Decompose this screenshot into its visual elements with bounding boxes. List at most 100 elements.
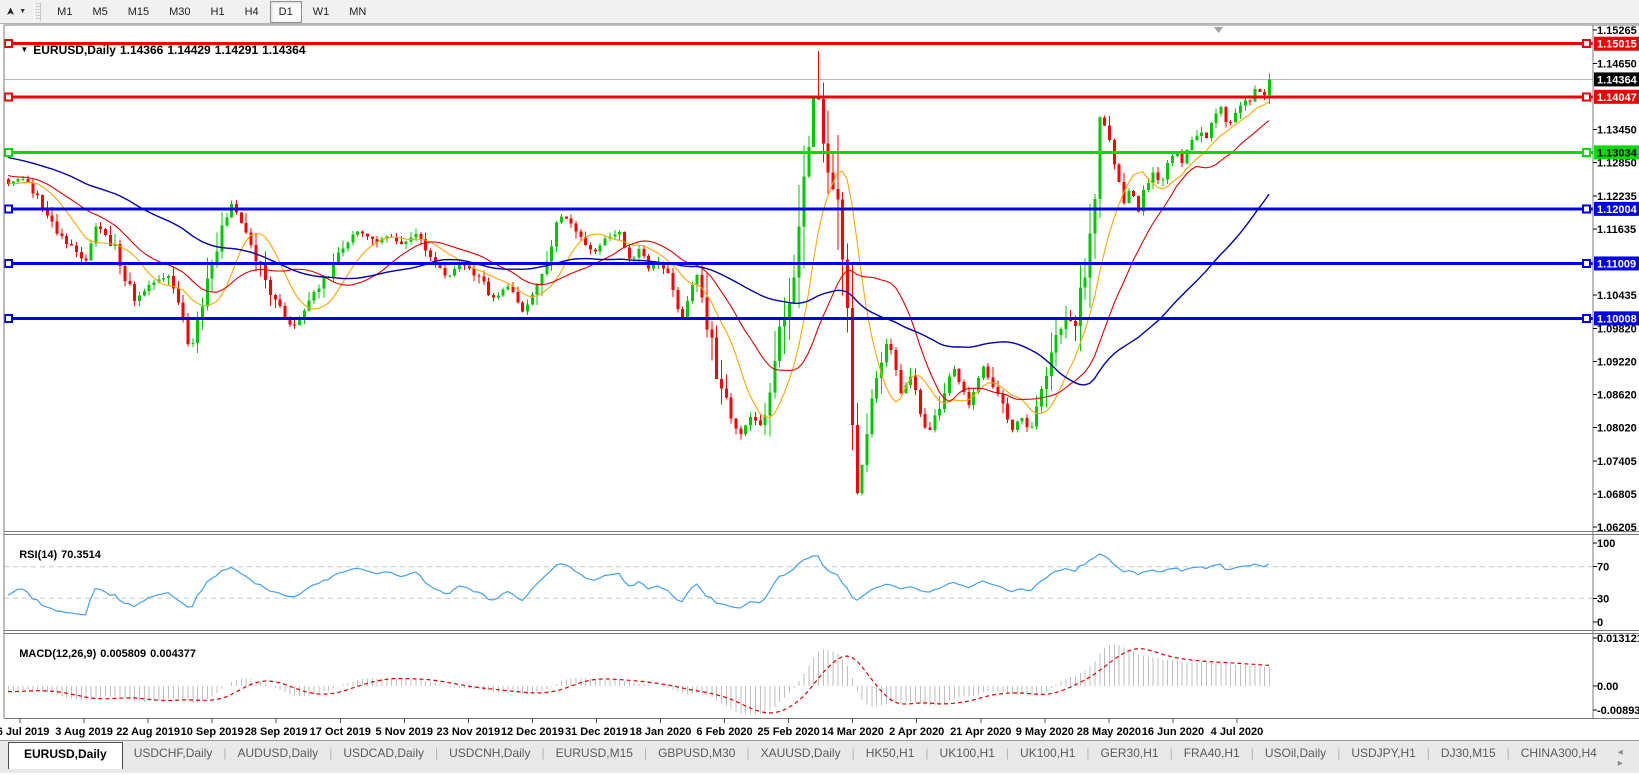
axis-label: 1.15265 bbox=[1597, 25, 1637, 37]
moving-averages-layer bbox=[7, 101, 1270, 419]
axis-label: 17 Oct 2019 bbox=[310, 726, 371, 738]
chart-tab-hk50-h1[interactable]: HK50,H1 bbox=[855, 741, 926, 766]
chart-tab-usdcnh-daily[interactable]: USDCNH,Daily bbox=[438, 741, 541, 766]
axis-label: 1.08020 bbox=[1597, 422, 1637, 434]
rsi-value: 70.3514 bbox=[61, 549, 101, 561]
chart-tab-usdcad-daily[interactable]: USDCAD,Daily bbox=[332, 741, 435, 766]
axis-label: 30 bbox=[1597, 593, 1609, 605]
axis-label: 70 bbox=[1597, 562, 1609, 574]
chart-tab-bar: EURUSD,Daily USDCHF,Daily | AUDUSD,Daily | US… bbox=[0, 740, 1639, 773]
axis-label: 1.14047 bbox=[1597, 92, 1637, 104]
axis-label: 9 May 2020 bbox=[1016, 726, 1074, 738]
chart-canvas[interactable]: 1.152651.146501.134501.128501.122351.116… bbox=[0, 24, 1639, 740]
timeframe-button-h1[interactable]: H1 bbox=[202, 1, 234, 23]
chevron-down-icon[interactable]: ▼ bbox=[19, 8, 26, 15]
axis-label: 1.14650 bbox=[1597, 59, 1637, 71]
axis-label: 1.11635 bbox=[1597, 224, 1636, 236]
axis-label: 12 Dec 2019 bbox=[501, 726, 564, 738]
chart-tab-gbpusd-m30[interactable]: GBPUSD,M30 bbox=[647, 741, 746, 766]
collapse-arrow-icon: ▼ bbox=[20, 45, 29, 54]
axis-label: 1.12235 bbox=[1597, 191, 1637, 203]
axis-label: 5 Nov 2019 bbox=[376, 726, 433, 738]
timeframe-button-m15[interactable]: M15 bbox=[119, 1, 158, 23]
timeframe-button-h4[interactable]: H4 bbox=[236, 1, 268, 23]
timeframe-button-m1[interactable]: M1 bbox=[48, 1, 81, 23]
chart-tab-usoil-daily[interactable]: USOil,Daily bbox=[1254, 741, 1337, 766]
toolbar-grip bbox=[34, 2, 42, 21]
axis-label: 0.00 bbox=[1597, 681, 1618, 693]
axis-label: 3 Aug 2019 bbox=[55, 726, 113, 738]
timeframe-button-m30[interactable]: M30 bbox=[160, 1, 199, 23]
timeframe-button-w1[interactable]: W1 bbox=[304, 1, 339, 23]
axis-label: 1.11009 bbox=[1597, 258, 1636, 270]
chart-tab-eurusd-m15[interactable]: EURUSD,M15 bbox=[545, 741, 644, 766]
axis-label: 1.10008 bbox=[1597, 313, 1637, 325]
horizontal-lines-layer[interactable] bbox=[4, 39, 1593, 323]
rsi-line bbox=[7, 553, 1270, 616]
chart-shift-marker[interactable] bbox=[1214, 27, 1223, 33]
indicator-layer bbox=[4, 553, 1593, 715]
axis-label: 1.15015 bbox=[1597, 39, 1637, 51]
chart-tab-uk100-h1[interactable]: UK100,H1 bbox=[1009, 741, 1086, 766]
axis-label: 21 Apr 2020 bbox=[950, 726, 1011, 738]
cursor-icon: ➤ bbox=[5, 6, 18, 17]
axis-label: 28 May 2020 bbox=[1077, 726, 1141, 738]
chart-tab-xauusd-daily[interactable]: XAUUSD,Daily bbox=[750, 741, 852, 766]
candles-layer bbox=[7, 51, 1271, 496]
axis-label: 100 bbox=[1597, 538, 1615, 550]
axis-label: 16 Jul 2019 bbox=[0, 726, 49, 738]
chart-tab-dj30-m15[interactable]: DJ30,M15 bbox=[1430, 741, 1507, 766]
chart-tab-uk100-h1[interactable]: UK100,H1 bbox=[929, 741, 1006, 766]
axis-label: 1.14364 bbox=[1597, 74, 1638, 86]
axis-layer: 1.152651.146501.134501.128501.122351.116… bbox=[0, 24, 1639, 738]
axis-label: 23 Nov 2019 bbox=[437, 726, 501, 738]
axis-label: 1.09820 bbox=[1597, 324, 1637, 336]
chart-tab-china300-h4[interactable]: CHINA300,H4 bbox=[1510, 741, 1608, 766]
ohlc-high: 1.14429 bbox=[167, 43, 211, 57]
axis-label: 2 Apr 2020 bbox=[889, 726, 944, 738]
timeframe-button-group: M1 M5 M15 M30 H1 H4 D1 W1 MN bbox=[47, 0, 376, 23]
axis-label: 25 Feb 2020 bbox=[757, 726, 819, 738]
axis-label: 0 bbox=[1597, 617, 1603, 629]
axis-label: 10 Sep 2019 bbox=[181, 726, 244, 738]
axis-label: 22 Aug 2019 bbox=[116, 726, 180, 738]
timeframe-button-mn[interactable]: MN bbox=[340, 1, 375, 23]
macd-value-main: 0.005809 bbox=[100, 648, 147, 660]
axis-label: 18 Jan 2020 bbox=[630, 726, 692, 738]
axis-label: 0.013121 bbox=[1597, 633, 1639, 645]
axis-label: 1.06205 bbox=[1597, 522, 1637, 534]
axis-label: 28 Sep 2019 bbox=[245, 726, 308, 738]
timeframe-button-m5[interactable]: M5 bbox=[83, 1, 116, 23]
axis-label: 1.13034 bbox=[1597, 147, 1638, 159]
macd-name: MACD(12,26,9) bbox=[19, 648, 97, 660]
axis-label: 1.08620 bbox=[1597, 390, 1637, 402]
chart-tab-fra40-h1[interactable]: FRA40,H1 bbox=[1173, 741, 1251, 766]
timeframe-button-d1[interactable]: D1 bbox=[269, 0, 302, 23]
axis-label: 1.07405 bbox=[1597, 456, 1637, 468]
chart-tab-ger30-h1[interactable]: GER30,H1 bbox=[1090, 741, 1170, 766]
tab-scroll-arrows[interactable]: ◂ ▸ bbox=[1608, 741, 1639, 775]
cursor-tool-button[interactable]: ➤ ▼ bbox=[2, 2, 30, 22]
axis-label: 6 Feb 2020 bbox=[696, 726, 752, 738]
axis-label: 1.09220 bbox=[1597, 357, 1637, 369]
axis-label: -0.008933 bbox=[1597, 705, 1639, 717]
axis-label: 1.13450 bbox=[1597, 125, 1637, 137]
chart-title: ▼ EURUSD,Daily 1.14366 1.14429 1.14291 1.1436… bbox=[7, 29, 310, 71]
axis-label: 1.10435 bbox=[1597, 290, 1637, 302]
axis-label: 1.12004 bbox=[1597, 204, 1638, 216]
axis-label: 4 Jul 2020 bbox=[1211, 726, 1264, 738]
ohlc-low: 1.14291 bbox=[214, 43, 259, 57]
ohlc-close: 1.14364 bbox=[262, 43, 306, 57]
chart-area[interactable]: 1.15265 1.14650 1.13450 1.12850 1.12235 1.116… bbox=[0, 24, 1639, 740]
axis-label: 16 Jun 2020 bbox=[1142, 726, 1204, 738]
rsi-name: RSI(14) bbox=[19, 549, 58, 561]
macd-value-signal: 0.004377 bbox=[150, 648, 197, 660]
chart-tab-usdchf-daily[interactable]: USDCHF,Daily bbox=[123, 741, 224, 766]
chart-tab-eurusd-daily[interactable]: EURUSD,Daily bbox=[8, 742, 123, 769]
rsi-indicator-label: RSI(14) 70.3514 bbox=[7, 537, 105, 573]
axis-label: 1.06805 bbox=[1597, 489, 1637, 501]
top-toolbar: ➤ ▼ M1 M5 M15 M30 H1 H4 D1 W1 MN bbox=[0, 0, 1639, 24]
chart-tab-audusd-daily[interactable]: AUDUSD,Daily bbox=[227, 741, 330, 766]
chart-tab-usdjpy-h1[interactable]: USDJPY,H1 bbox=[1340, 741, 1426, 766]
axis-label: 31 Dec 2019 bbox=[565, 726, 628, 738]
